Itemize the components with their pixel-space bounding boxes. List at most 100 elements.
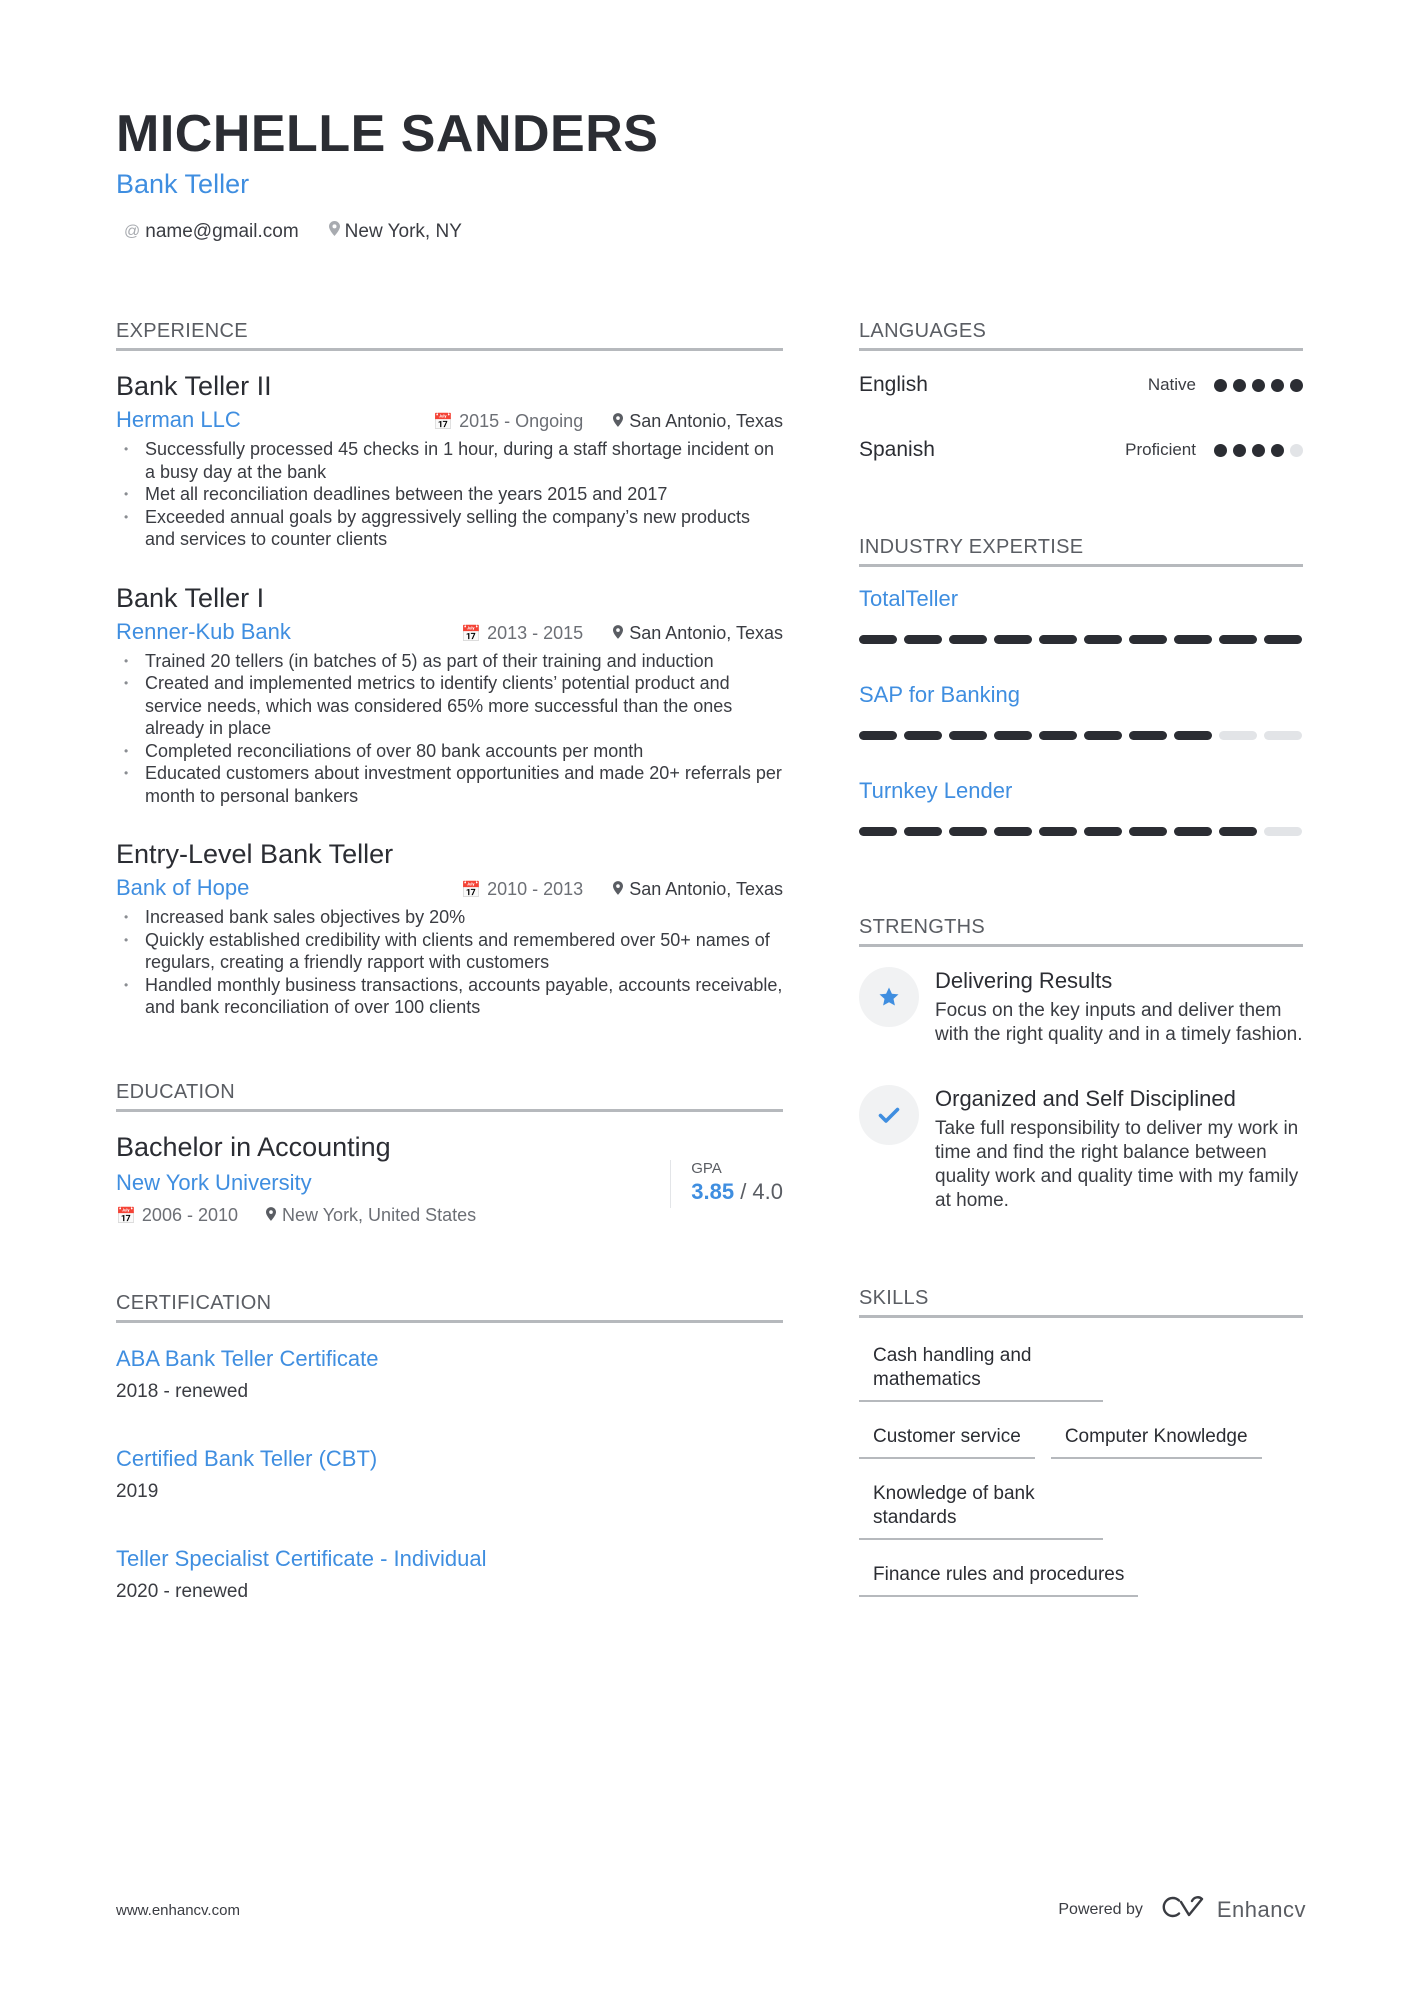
job-company: Renner-Kub Bank xyxy=(116,618,291,644)
education-entry: Bachelor in Accounting New York Universi… xyxy=(116,1130,783,1230)
education-degree: Bachelor in Accounting xyxy=(116,1131,391,1162)
language-item: Spanish Proficient xyxy=(859,436,1303,464)
education-location-text: New York, United States xyxy=(282,1204,477,1225)
job-bullet: Trained 20 tellers (in batches of 5) as … xyxy=(116,650,783,673)
job-bullet: Created and implemented metrics to ident… xyxy=(116,672,783,740)
job-bullet: Met all reconciliation deadlines between… xyxy=(116,483,783,506)
expertise-item: TotalTeller xyxy=(859,585,1303,644)
location-icon xyxy=(328,220,340,244)
candidate-name: MICHELLE SANDERS xyxy=(116,105,659,163)
job-bullet: Completed reconciliations of over 80 ban… xyxy=(116,740,783,763)
bar-segment-filled xyxy=(994,827,1032,836)
rating-dot-filled xyxy=(1233,443,1246,457)
bar-segment-filled xyxy=(949,731,987,740)
location-icon xyxy=(266,1206,277,1225)
job-title: Entry-Level Bank Teller xyxy=(116,839,394,869)
job-location-text: San Antonio, Texas xyxy=(629,622,783,643)
language-name: English xyxy=(859,373,928,396)
job-entry: Bank Teller I Renner-Kub Bank 📅 2013 - 20… xyxy=(116,581,783,808)
rating-dot-filled xyxy=(1271,443,1284,457)
bar-segment-filled xyxy=(1174,827,1212,836)
certification-name: Teller Specialist Certificate - Individu… xyxy=(116,1545,487,1571)
bar-segment-empty xyxy=(1264,731,1302,740)
bar-segment-filled xyxy=(904,635,942,644)
education-location: New York, United States xyxy=(266,1202,476,1230)
brand-logo[interactable]: Enhancv xyxy=(1159,1895,1306,1925)
job-dates-text: 2015 - Ongoing xyxy=(459,411,584,431)
bar-segment-filled xyxy=(994,635,1032,644)
strength-description: Take full responsibility to deliver my w… xyxy=(935,1118,1299,1211)
rating-dot-filled xyxy=(1214,443,1227,457)
education-dates: 📅 2006 - 2010 xyxy=(116,1202,238,1230)
skill-tag: Knowledge of bank standards xyxy=(859,1472,1103,1540)
bar-segment-filled xyxy=(859,635,897,644)
job-bullet: Successfully processed 45 checks in 1 ho… xyxy=(116,438,783,483)
job-bullets: Successfully processed 45 checks in 1 ho… xyxy=(116,438,783,551)
calendar-icon: 📅 xyxy=(433,414,454,431)
at-icon: @ xyxy=(124,223,141,240)
bar-segment-filled xyxy=(859,731,897,740)
job-entry: Entry-Level Bank Teller Bank of Hope 📅 20… xyxy=(116,837,783,1019)
job-location-text: San Antonio, Texas xyxy=(629,411,783,431)
checkmark-icon xyxy=(859,1085,919,1145)
job-bullets: Trained 20 tellers (in batches of 5) as … xyxy=(116,650,783,808)
strength-title: Delivering Results xyxy=(935,968,1113,993)
strengths-heading: STRENGTHS xyxy=(859,914,1303,947)
bar-segment-filled xyxy=(1174,731,1212,740)
bar-segment-filled xyxy=(1084,635,1122,644)
certification-item: ABA Bank Teller Certificate 2018 - renew… xyxy=(116,1345,783,1405)
strength-item: Organized and Self Disciplined Take full… xyxy=(859,1085,1303,1213)
rating-dot-filled xyxy=(1271,378,1284,392)
calendar-icon: 📅 xyxy=(116,1207,136,1225)
job-title: Bank Teller I xyxy=(116,582,265,613)
expertise-name: TotalTeller xyxy=(859,586,959,611)
job-location: San Antonio, Texas xyxy=(613,408,783,436)
skill-tag: Customer service xyxy=(859,1415,1035,1459)
brand-name: Enhancv xyxy=(1216,1897,1306,1922)
language-rating xyxy=(1214,378,1303,392)
skill-tag: Computer Knowledge xyxy=(1050,1415,1262,1459)
job-dates-text: 2010 - 2013 xyxy=(487,879,584,899)
bar-segment-filled xyxy=(1129,731,1167,740)
certification-section: CERTIFICATION ABA Bank Teller Certificat… xyxy=(116,1290,783,1605)
bar-segment-filled xyxy=(1039,827,1077,836)
language-name: Spanish xyxy=(859,438,935,461)
job-bullet: Handled monthly business transactions, a… xyxy=(116,974,783,1019)
job-location: San Antonio, Texas xyxy=(613,876,783,904)
certification-item: Certified Bank Teller (CBT) 2019 xyxy=(116,1445,783,1505)
education-dates-text: 2006 - 2010 xyxy=(141,1204,239,1225)
gpa-value: 3.85 xyxy=(691,1178,735,1204)
resume-header: MICHELLE SANDERS Bank Teller @ name@gmai… xyxy=(116,104,1306,244)
language-level: Proficient xyxy=(1125,440,1196,459)
expertise-bar xyxy=(859,827,1303,836)
contact-email[interactable]: @ name@gmail.com xyxy=(124,220,299,244)
bar-segment-filled xyxy=(904,731,942,740)
certification-year: 2019 xyxy=(116,1480,159,1502)
location-icon xyxy=(613,624,624,643)
expertise-item: SAP for Banking xyxy=(859,681,1303,740)
website-link[interactable]: www.enhancv.com xyxy=(116,1902,240,1919)
bar-segment-filled xyxy=(1129,635,1167,644)
bar-segment-filled xyxy=(1084,731,1122,740)
rating-dot-filled xyxy=(1252,378,1265,392)
job-entry: Bank Teller II Herman LLC 📅 2015 - Ongoin… xyxy=(116,369,783,551)
skill-tag: Cash handling and mathematics xyxy=(859,1334,1103,1402)
languages-section: LANGUAGES English Native Spanish Profici… xyxy=(859,318,1303,464)
job-dates: 📅 2010 - 2013 xyxy=(461,876,583,904)
left-column: EXPERIENCE Bank Teller II Herman LLC 📅 20… xyxy=(116,318,783,1605)
gpa-max: / 4.0 xyxy=(740,1178,783,1204)
contact-email-text: name@gmail.com xyxy=(145,221,299,242)
bar-segment-filled xyxy=(994,731,1032,740)
job-dates: 📅 2015 - Ongoing xyxy=(433,408,583,436)
language-item: English Native xyxy=(859,371,1303,399)
right-column: LANGUAGES English Native Spanish Profici… xyxy=(859,318,1303,1610)
experience-heading: EXPERIENCE xyxy=(116,318,783,351)
experience-section: EXPERIENCE Bank Teller II Herman LLC 📅 20… xyxy=(116,318,783,1019)
bar-segment-filled xyxy=(904,827,942,836)
job-bullets: Increased bank sales objectives by 20% Q… xyxy=(116,906,783,1019)
location-icon xyxy=(613,881,624,899)
powered-by-label: Powered by xyxy=(1058,1901,1143,1918)
expertise-bar xyxy=(859,731,1303,740)
certification-year: 2018 - renewed xyxy=(116,1380,249,1402)
bar-segment-empty xyxy=(1219,731,1257,740)
